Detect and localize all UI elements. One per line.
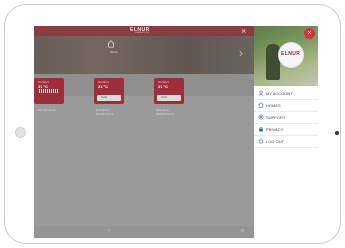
device-name: Dormitorio ELNUR 20 1F [96, 108, 114, 116]
menu-item-my-account[interactable]: MY ACCOUNT [254, 88, 318, 100]
device-tile[interactable]: Comfort 21 °C Modo [154, 78, 184, 104]
close-icon[interactable]: × [304, 28, 315, 39]
user-icon [258, 90, 264, 96]
tablet-home-button[interactable] [15, 127, 26, 138]
menu-item-label: HOMES [266, 103, 281, 108]
menu-item-log-out[interactable]: LOG OUT [254, 136, 318, 148]
house-icon [258, 102, 264, 108]
device-mode-label: Modo [101, 96, 108, 99]
home-selector[interactable]: Home [34, 74, 254, 96]
hero-overlay [34, 36, 254, 74]
menu-logo: ELNUR [281, 51, 301, 57]
house-icon[interactable] [107, 40, 115, 48]
device-tile[interactable]: Comfort 21 °C [34, 78, 64, 104]
tablet-camera [335, 131, 339, 135]
home-label: home [110, 50, 118, 54]
bottom-toolbar: + ⚙ [34, 226, 254, 238]
menu-item-label: PRIVACY [266, 127, 284, 132]
chevron-right-icon[interactable]: › [239, 46, 243, 60]
device-name: Dormitorio ELNUR 20 1F [156, 108, 174, 116]
lock-icon [259, 126, 263, 132]
support-icon [258, 114, 264, 120]
app-header: ELNUR GABARRON × [34, 26, 254, 36]
device-temperature: 21 °C [158, 84, 169, 89]
add-icon[interactable]: + [108, 228, 111, 234]
settings-icon[interactable]: ⚙ [240, 228, 244, 234]
device-name: ELNUR 20 1F [38, 108, 56, 112]
menu-item-privacy[interactable]: PRIVACY [254, 124, 318, 136]
brand-subtitle: GABARRON [135, 32, 149, 34]
menu-item-label: MY ACCOUNT [266, 91, 293, 96]
menu-item-label: LOG OUT [266, 139, 285, 144]
menu-item-support[interactable]: SUPPORT [254, 112, 318, 124]
menu-header-photo: ELNUR × [254, 26, 318, 86]
side-menu: ELNUR × MY ACCOUNT HOMES SUPPORT PRIVACY… [254, 26, 318, 238]
menu-item-homes[interactable]: HOMES [254, 100, 318, 112]
power-icon [258, 138, 264, 144]
heater-grille [39, 89, 59, 93]
device-mode-label: Modo [161, 96, 168, 99]
device-temperature: 21 °C [98, 84, 109, 89]
menu-item-label: SUPPORT [266, 115, 286, 120]
app-screen: ELNUR GABARRON × home › Home Comfort 21 … [34, 26, 318, 238]
device-tile[interactable]: Comfort 21 °C Modo [94, 78, 124, 104]
hero-banner: home › [34, 36, 254, 74]
close-icon[interactable]: × [241, 26, 246, 36]
